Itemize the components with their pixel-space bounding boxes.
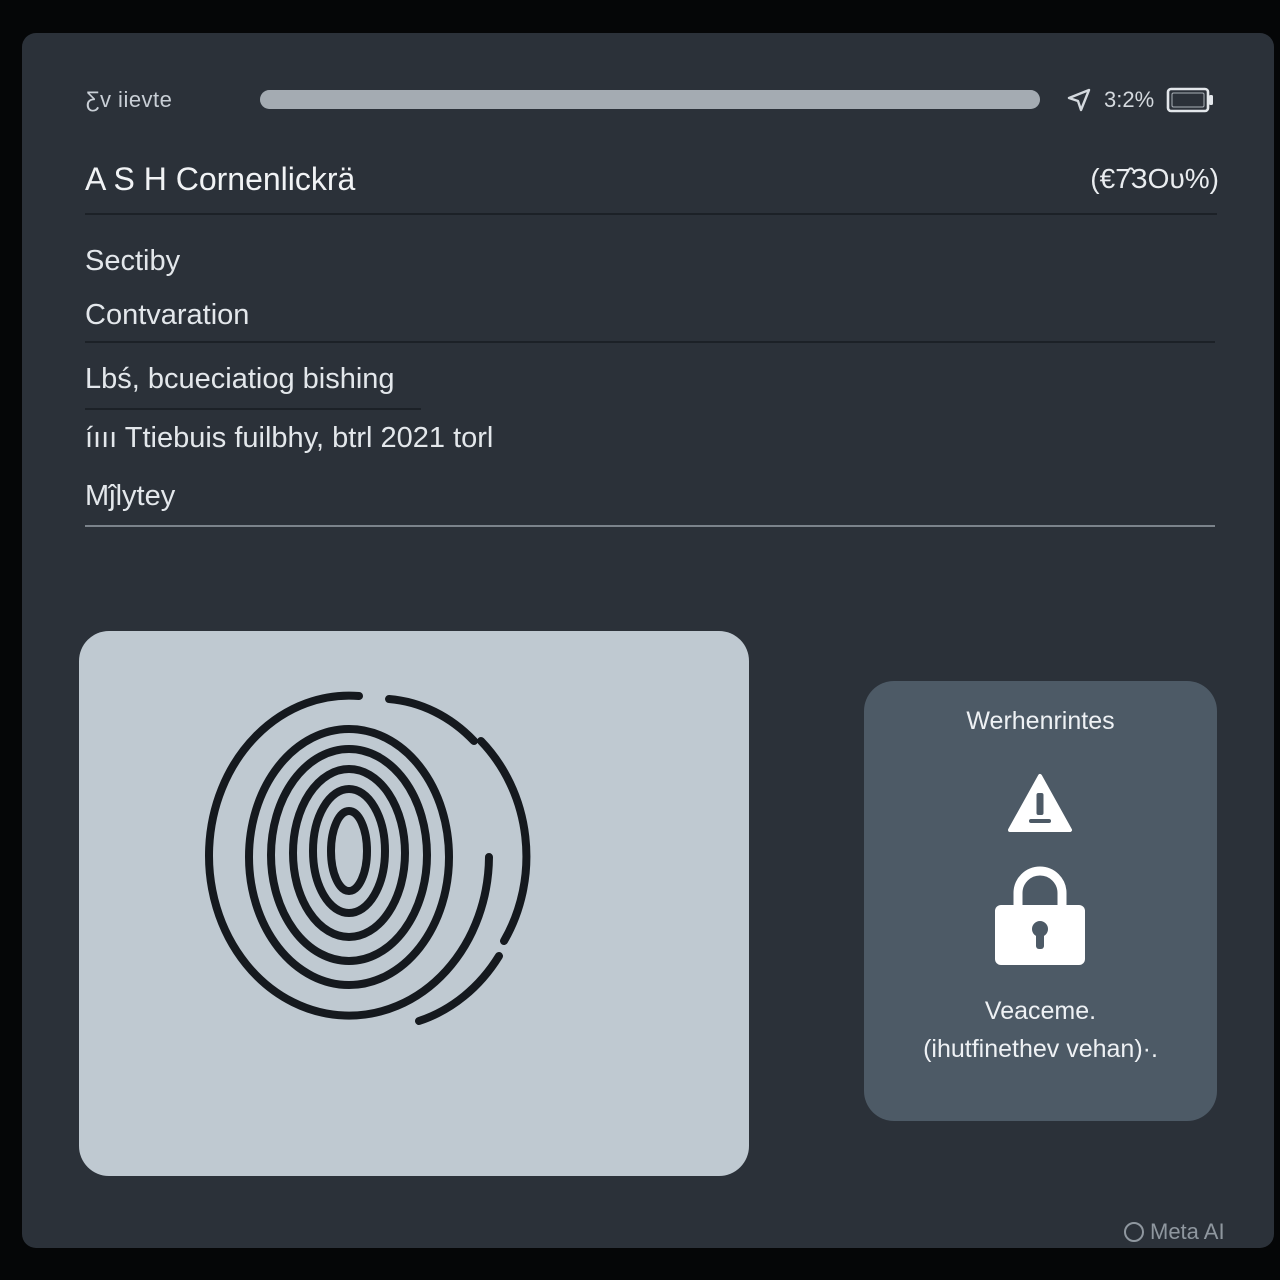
battery-icon	[1166, 87, 1213, 113]
alert-title: Werhenrintes	[966, 707, 1115, 735]
alert-submessage: (ihutfinethev vehan)·.	[923, 1035, 1158, 1063]
status-bar: Ƹv iievte 3:2%	[22, 33, 1274, 173]
padlock-icon	[995, 866, 1085, 965]
header-meta: (€7̂ЗΟυ%)	[1090, 163, 1219, 194]
fingerprint-scanner[interactable]	[79, 631, 749, 1176]
watermark-text: Meta AI	[1150, 1219, 1225, 1244]
location-arrow-icon	[1067, 88, 1091, 112]
header: A S H Cornenlickrä (€7̂ЗΟυ%)	[85, 153, 1219, 215]
divider	[85, 341, 1215, 343]
menu-item-configuration[interactable]: Contvaration	[85, 299, 249, 332]
app-window: Ƹv iievte 3:2% A S H Cornenlickrä (€7̂ЗΟ…	[22, 33, 1274, 1248]
menu-item-security[interactable]: Sectiby	[85, 245, 180, 278]
carrier-label: Ƹv iievte	[86, 87, 173, 112]
divider	[85, 408, 421, 410]
menu-item-details[interactable]: íııı Ttiebuis fuilbhy, btrl 2021 torl	[85, 422, 493, 455]
divider	[85, 525, 1215, 527]
page-title: A S H Cornenlickrä	[85, 161, 356, 197]
menu-item-history[interactable]: Mĵlytey	[85, 480, 175, 513]
warning-triangle-icon	[1008, 774, 1072, 832]
meta-ai-logo-icon	[1124, 1222, 1144, 1242]
menu-item-phishing[interactable]: Lbś, bcueciatiog bishing	[85, 363, 395, 396]
alert-card: Werhenrintes Veaceme. (ihutfinethev veha…	[864, 681, 1217, 1121]
battery-percentage: 3:2%	[1104, 87, 1155, 112]
loading-progress-bar	[260, 90, 1040, 109]
watermark: Meta AI	[1124, 1219, 1225, 1245]
loading-progress-fill	[260, 90, 1040, 109]
fingerprint-icon	[205, 691, 531, 1025]
alert-message: Veaceme.	[984, 997, 1097, 1025]
